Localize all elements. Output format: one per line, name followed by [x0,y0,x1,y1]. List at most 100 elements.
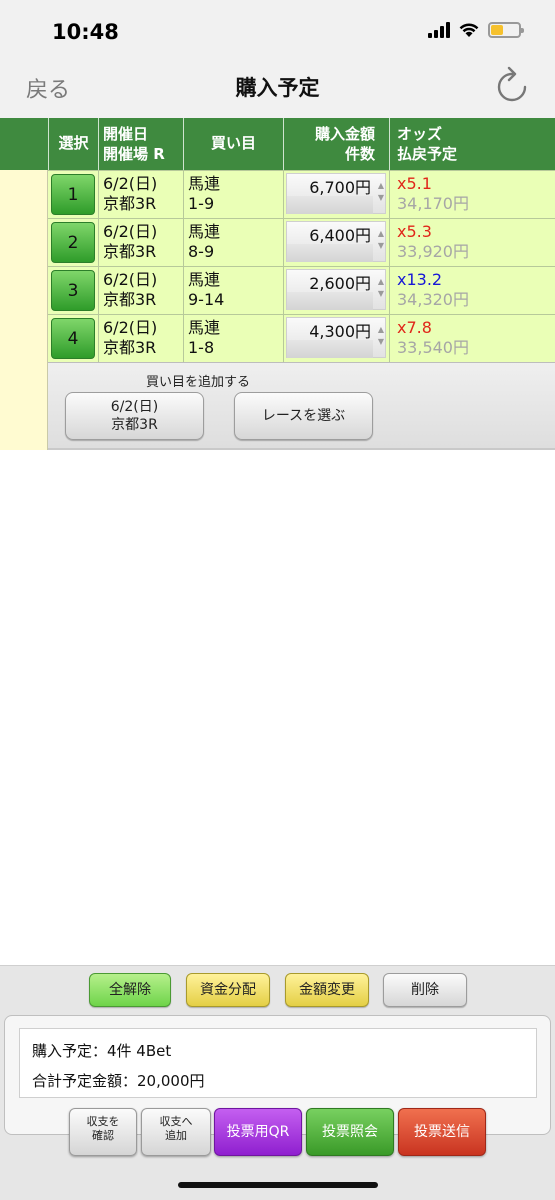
vote-qr-button[interactable]: 投票用QR [214,1108,302,1156]
fund-split-button[interactable]: 資金分配 [186,973,270,1007]
status-time: 10:48 [52,20,119,44]
header-amount-line2: 件数 [344,145,375,163]
row-bet-type: 馬連 [188,222,221,241]
add-to-balance-line1: 収支へ [159,1115,193,1128]
race-date-button-line1: 6/2(日) [110,399,159,415]
planned-total: 合計予定金額：20,000円 [32,1072,205,1090]
clear-all-button[interactable]: 全解除 [89,973,171,1007]
amount-input[interactable]: 2,600円 ▲ ▼ [286,269,386,310]
table-header: 選択 開催日 開催場 R 買い目 購入金額 件数 オッズ 払戻予定 [0,118,555,170]
amount-cell: 2,600円 ▲ ▼ [283,267,389,314]
amount-stepper-icon[interactable]: ▲ ▼ [378,324,384,348]
amount-input[interactable]: 6,700円 ▲ ▼ [286,173,386,214]
row-odds: x7.8 [397,318,432,337]
row-bet-type: 馬連 [188,270,221,289]
add-to-balance-line2: 追加 [165,1129,187,1142]
row-combination: 1-9 [188,194,215,213]
check-balance-button[interactable]: 収支を 確認 [69,1108,137,1156]
add-to-balance-button[interactable]: 収支へ 追加 [141,1108,211,1156]
row-payout: 33,540円 [397,338,469,357]
header-odds-line2: 払戻予定 [397,145,458,163]
vote-send-button[interactable]: 投票送信 [398,1108,486,1156]
row-venue: 京都3R [103,290,157,309]
row-bet-type: 馬連 [188,174,221,193]
race-date-button-line2: 京都3R [111,417,158,433]
check-balance-line2: 確認 [92,1129,114,1142]
odds-cell: x5.1 34,170円 [389,171,555,218]
top-bar: 10:48 戻る 購入予定 [0,0,555,118]
add-bet-label: 買い目を追加する [145,375,250,390]
table-row[interactable]: 1 6/2(日) 京都3R 馬連 1-9 6,700円 ▲ ▼ x5.1 34,1… [48,170,555,218]
header-date-line1: 開催日 [103,125,149,143]
row-bet-type: 馬連 [188,318,221,337]
row-odds: x5.1 [397,174,432,193]
row-odds: x13.2 [397,270,443,289]
table-row[interactable]: 3 6/2(日) 京都3R 馬連 9-14 2,600円 ▲ ▼ x13.2 34… [48,266,555,314]
header-amount: 購入金額 件数 [283,118,389,170]
header-odds-line1: オッズ [397,125,443,143]
select-race-button[interactable]: レースを選ぶ [234,392,373,440]
battery-icon [488,22,524,38]
table-row[interactable]: 2 6/2(日) 京都3R 馬連 8-9 6,400円 ▲ ▼ x5.3 33,9… [48,218,555,266]
check-balance-line1: 収支を [86,1115,120,1128]
select-cell: 2 [48,219,98,266]
select-cell: 4 [48,315,98,362]
amount-stepper-icon[interactable]: ▲ ▼ [378,228,384,252]
select-button[interactable]: 3 [51,270,95,311]
amount-input[interactable]: 4,300円 ▲ ▼ [286,317,386,358]
table-row[interactable]: 4 6/2(日) 京都3R 馬連 1-8 4,300円 ▲ ▼ x7.8 33,5… [48,314,555,362]
select-button[interactable]: 1 [51,174,95,215]
select-cell: 1 [48,171,98,218]
row-payout: 33,920円 [397,242,469,261]
amount-input[interactable]: 6,400円 ▲ ▼ [286,221,386,262]
header-bet: 買い目 [183,118,283,170]
bet-cell: 馬連 9-14 [183,267,283,314]
row-odds: x5.3 [397,222,432,241]
row-venue: 京都3R [103,338,157,357]
date-cell: 6/2(日) 京都3R [98,171,183,218]
row-combination: 1-8 [188,338,215,357]
status-icons [428,22,524,38]
odds-cell: x5.3 33,920円 [389,219,555,266]
row-date: 6/2(日) [103,174,158,193]
row-venue: 京都3R [103,242,157,261]
wifi-icon [459,23,479,37]
row-date: 6/2(日) [103,222,158,241]
row-venue: 京都3R [103,194,157,213]
home-indicator[interactable] [178,1182,378,1188]
reload-icon[interactable] [495,66,529,104]
row-combination: 8-9 [188,242,215,261]
amount-cell: 4,300円 ▲ ▼ [283,315,389,362]
header-date-line2: 開催場 R [103,145,165,163]
amount-stepper-icon[interactable]: ▲ ▼ [378,276,384,300]
header-date: 開催日 開催場 R [98,118,183,170]
row-amount: 4,300円 [309,322,371,341]
select-button[interactable]: 2 [51,222,95,263]
row-payout: 34,320円 [397,290,469,309]
amount-cell: 6,700円 ▲ ▼ [283,171,389,218]
vote-inquiry-button[interactable]: 投票照会 [306,1108,394,1156]
row-combination: 9-14 [188,290,225,309]
date-cell: 6/2(日) 京都3R [98,267,183,314]
cellular-signal-icon [428,22,450,38]
select-cell: 3 [48,267,98,314]
amount-cell: 6,400円 ▲ ▼ [283,219,389,266]
bottom-panel: 全解除 資金分配 金額変更 削除 購入予定：4件 4Bet 合計予定金額：20,… [0,965,555,1200]
row-date: 6/2(日) [103,270,158,289]
date-cell: 6/2(日) 京都3R [98,219,183,266]
summary-box: 購入予定：4件 4Bet 合計予定金額：20,000円 [19,1028,537,1098]
select-button[interactable]: 4 [51,318,95,359]
bet-cell: 馬連 8-9 [183,219,283,266]
race-date-button[interactable]: 6/2(日) 京都3R [65,392,204,440]
page-title: 購入予定 [235,76,320,100]
row-payout: 34,170円 [397,194,469,213]
odds-cell: x13.2 34,320円 [389,267,555,314]
date-cell: 6/2(日) 京都3R [98,315,183,362]
amount-stepper-icon[interactable]: ▲ ▼ [378,180,384,204]
add-bet-panel: 買い目を追加する 6/2(日) 京都3R レースを選ぶ [48,362,555,450]
row-amount: 6,400円 [309,226,371,245]
delete-button[interactable]: 削除 [383,973,467,1007]
row-amount: 6,700円 [309,178,371,197]
amount-change-button[interactable]: 金額変更 [285,973,369,1007]
row-date: 6/2(日) [103,318,158,337]
